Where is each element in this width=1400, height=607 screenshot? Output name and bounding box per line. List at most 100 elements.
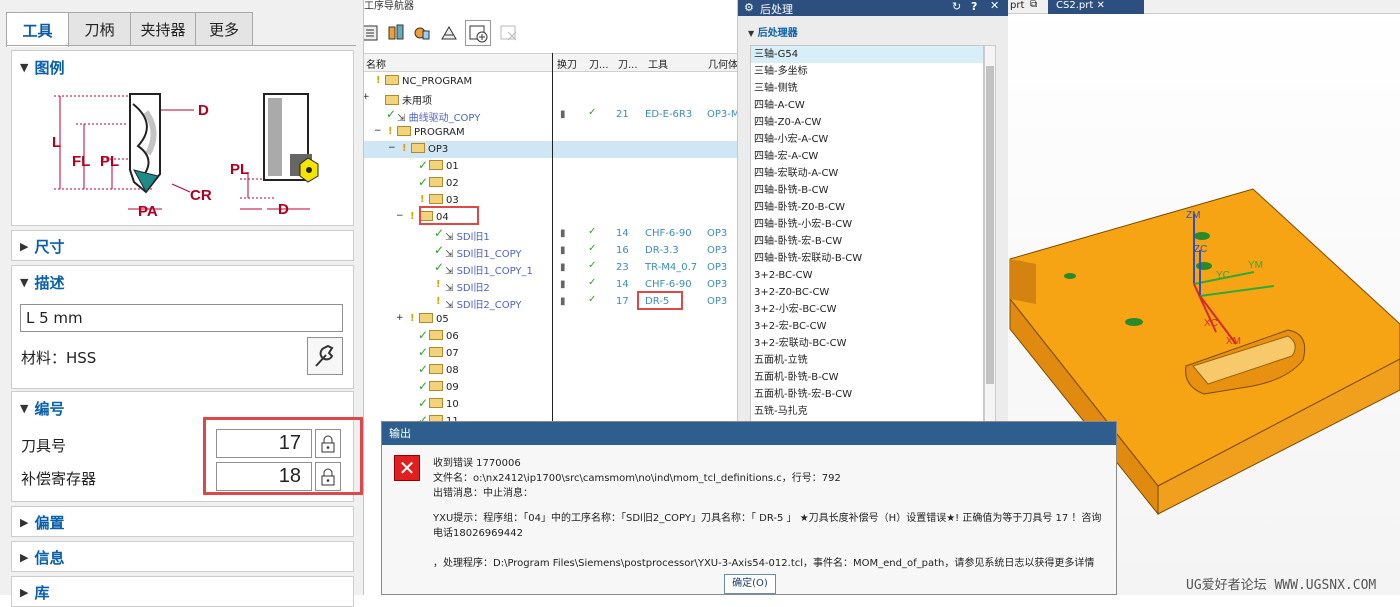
col-tool-change[interactable]: 换刀 [557, 56, 577, 71]
help-icon[interactable]: ? [971, 0, 977, 13]
post-list: 三轴-G54 三轴-多坐标 三轴-侧铣 四轴-A-CW 四轴-Z0-A-CW 四轴-小宏-… [750, 45, 984, 423]
post-item[interactable]: 四轴-A-CW [751, 97, 983, 114]
tab-tool[interactable]: 工具 [6, 12, 69, 47]
operation-icon: ⇲ [397, 113, 406, 124]
row-label: 05 [419, 313, 449, 325]
geometry-cell: OP3 [707, 296, 728, 307]
description-input[interactable]: L 5 mm [20, 304, 343, 332]
post-item[interactable]: 四轴-宏联动-A-CW [751, 165, 983, 182]
file-tabs: prt ⧉ CS2.prt ✕ [1008, 0, 1400, 14]
col-geometry[interactable]: 几何体 [708, 56, 737, 71]
illustration-header[interactable]: ▼ 图例 [12, 51, 353, 84]
dim-CR: CR [190, 187, 212, 204]
post-item[interactable]: 四轴-卧铣-小宏-B-CW [751, 216, 983, 233]
post-item[interactable]: 五面机-卧铣-B-CW [751, 369, 983, 386]
post-item[interactable]: 3+2-Z0-BC-CW [751, 284, 983, 301]
material-label: 材料：HSS [21, 349, 97, 367]
tool-name-cell: CHF-6-90 [645, 279, 692, 290]
tab-more[interactable]: 更多 [195, 12, 253, 45]
material-button[interactable] [307, 337, 343, 375]
post-item[interactable]: 3+2-BC-CW [751, 267, 983, 284]
col-name[interactable]: 名称 [366, 56, 386, 71]
toolbar-program-view[interactable] [364, 20, 382, 46]
expand-toggle[interactable]: + [364, 92, 370, 102]
post-item[interactable]: 四轴-Z0-A-CW [751, 114, 983, 131]
post-item[interactable]: 三轴-G54 [751, 46, 983, 63]
expand-toggle[interactable]: − [396, 211, 404, 221]
navigator-row[interactable]: ✓ 08 [364, 362, 737, 379]
navigator-row[interactable]: ✓ 10 [364, 396, 737, 413]
expand-toggle[interactable]: − [374, 126, 382, 136]
navigator-row[interactable]: + 未用项 [364, 90, 737, 107]
navigator-row[interactable]: ✓ 02 [364, 175, 737, 192]
navigator-row[interactable]: ! NC_PROGRAM [364, 73, 737, 90]
toolbar-machine-view[interactable] [384, 20, 408, 46]
navigator-row[interactable]: ✓ ⇲ 曲线驱动_COPY ▮ ✓ 21 ED-E-6R3 OP3-M [364, 107, 737, 124]
post-item[interactable]: 三轴-侧铣 [751, 80, 983, 97]
post-scrollbar[interactable] [984, 45, 996, 423]
post-scroll-thumb[interactable] [986, 66, 994, 384]
ok-button[interactable]: 确定(O) [724, 574, 776, 594]
reset-icon[interactable]: ↻ [952, 0, 961, 13]
toolbar-create[interactable] [465, 20, 491, 46]
column-separator [552, 53, 553, 423]
row-name: 曲线驱动_COPY [408, 113, 481, 124]
status-check-icon: ✓ [418, 175, 429, 189]
size-section[interactable]: ▶ 尺寸 [11, 230, 354, 261]
axis-XM: XM [1226, 336, 1241, 347]
close-icon[interactable]: ✕ [1096, 0, 1104, 11]
post-item[interactable]: 五面机-立铣 [751, 352, 983, 369]
row-label: PROGRAM [397, 126, 465, 138]
navigator-row[interactable]: −! OP3 [364, 141, 737, 158]
post-item[interactable]: 3+2-宏-BC-CW [751, 318, 983, 335]
expand-toggle[interactable]: − [388, 143, 396, 153]
col-tool[interactable]: 工具 [648, 56, 668, 71]
post-item[interactable]: 四轴-卧铣-宏-B-CW [751, 233, 983, 250]
operation-icon: ⇲ [445, 266, 454, 277]
toolbar-method-view[interactable] [437, 20, 461, 46]
info-section[interactable]: ▶ 信息 [11, 541, 354, 572]
post-item[interactable]: 五铣-马扎克 [751, 403, 983, 420]
delete-icon [500, 25, 517, 41]
post-item[interactable]: 四轴-宏-A-CW [751, 148, 983, 165]
navigator-row[interactable]: ✓ 07 [364, 345, 737, 362]
expand-toggle[interactable]: + [396, 313, 404, 323]
post-item[interactable]: 五面机-卧铣-宏-B-CW [751, 386, 983, 403]
offset-section[interactable]: ▶ 偏置 [11, 506, 354, 537]
post-item[interactable]: 四轴-卧铣-B-CW [751, 182, 983, 199]
col-path[interactable]: 刀... [589, 56, 609, 71]
row-label: NC_PROGRAM [385, 75, 472, 87]
path-ok-icon: ✓ [588, 107, 597, 118]
toolbar-delete[interactable] [497, 20, 521, 46]
toolbar-geometry-view[interactable] [410, 20, 434, 46]
row-label: ⇲ SDl旧1_COPY_1 [445, 262, 533, 277]
navigator-row[interactable]: ✓ ⇲ SDl旧1_COPY_1 ▮ ✓ 23 TR-M4_0.7 OP3 [364, 260, 737, 277]
navigator-row[interactable]: ✓ ⇲ SDl旧1_COPY ▮ ✓ 16 DR-3.3 OP3 [364, 243, 737, 260]
navigator-row[interactable]: ✓ ⇲ SDl旧1 ▮ ✓ 14 CHF-6-90 OP3 [364, 226, 737, 243]
navigator-row[interactable]: −! PROGRAM [364, 124, 737, 141]
row-label: ⇲ SDl旧2 [445, 279, 490, 294]
post-item[interactable]: 四轴-卧铣-宏联动-B-CW [751, 250, 983, 267]
tab-cs2[interactable]: CS2.prt ✕ [1048, 0, 1144, 14]
post-item[interactable]: 四轴-小宏-A-CW [751, 131, 983, 148]
tab-shank[interactable]: 夹持器 [130, 12, 196, 45]
navigator-row[interactable]: +! 05 [364, 311, 737, 328]
post-item[interactable]: 四轴-卧铣-Z0-B-CW [751, 199, 983, 216]
post-item[interactable]: 三轴-多坐标 [751, 63, 983, 80]
navigator-row[interactable]: ✓ 06 [364, 328, 737, 345]
tab-holder[interactable]: 刀柄 [68, 12, 131, 45]
close-icon[interactable]: ✕ [990, 0, 999, 12]
col-tool-number[interactable]: 刀... [618, 56, 638, 71]
post-item[interactable]: 3+2-小宏-BC-CW [751, 301, 983, 318]
status-check-icon: ✓ [434, 243, 445, 257]
tool-number-cell: 21 [616, 109, 629, 120]
description-header[interactable]: ▼ 描述 [12, 266, 353, 299]
tab-prt[interactable]: prt [1010, 0, 1024, 11]
library-section[interactable]: ▶ 库 [11, 576, 354, 607]
row-label: 03 [429, 194, 459, 206]
folder-icon [429, 381, 443, 391]
post-section-header[interactable]: ▼ 后处理器 [748, 24, 798, 39]
navigator-row[interactable]: ✓ 01 [364, 158, 737, 175]
post-item[interactable]: 3+2-宏联动-BC-CW [751, 335, 983, 352]
navigator-row[interactable]: ✓ 09 [364, 379, 737, 396]
